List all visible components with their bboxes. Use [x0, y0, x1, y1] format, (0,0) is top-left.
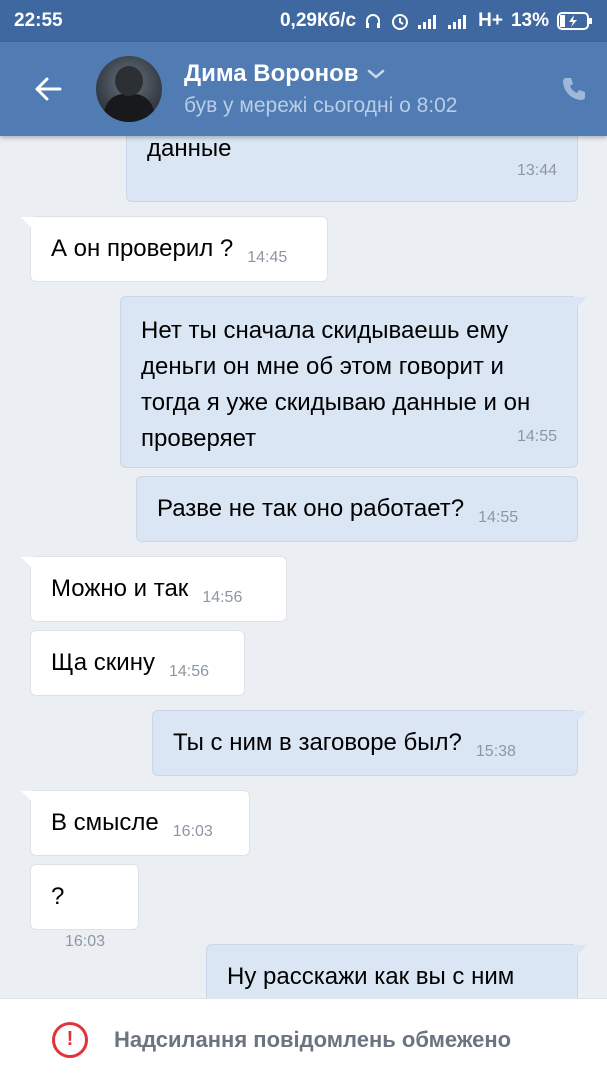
- message-text: Ну расскажи как вы с ним: [227, 963, 515, 990]
- signal-icon: [418, 13, 440, 29]
- status-indicators: 0,29Кб/с H+ 13%: [280, 10, 593, 32]
- message-text: он мне об этом скажет и я скину данные: [147, 136, 232, 162]
- status-bar: 22:55 0,29Кб/с H+ 13%: [0, 0, 607, 42]
- message-time: 15:38: [475, 743, 516, 760]
- message-text: Можно и так: [51, 575, 189, 602]
- message-bubble-incoming[interactable]: А он проверил ? 14:45: [21, 216, 328, 282]
- message-time: 14:55: [516, 428, 557, 445]
- contact-info[interactable]: Дима Воронов був у мережі сьогодні о 8:0…: [184, 60, 457, 118]
- message-time: 14:56: [202, 589, 243, 606]
- message-text: В смысле: [51, 809, 159, 836]
- warning-icon: !: [52, 1021, 88, 1058]
- message-list[interactable]: он мне об этом скажет и я скину данные 1…: [0, 136, 607, 998]
- message-bubble-incoming[interactable]: Можно и так 14:56: [21, 556, 287, 622]
- message-bubble-outgoing[interactable]: Ну расскажи как вы с ним: [206, 944, 587, 998]
- message-text: ?: [51, 883, 65, 910]
- avatar[interactable]: [96, 56, 162, 122]
- battery-charging-icon: [557, 11, 593, 31]
- alarm-clock-icon: [390, 11, 410, 31]
- message-time: 16:03: [172, 823, 213, 840]
- message-text: Разве не так оно работает?: [157, 495, 465, 522]
- network-type: H+: [478, 10, 503, 31]
- status-time: 22:55: [14, 10, 63, 31]
- call-button[interactable]: [541, 42, 607, 136]
- contact-last-seen: був у мережі сьогодні о 8:02: [184, 94, 458, 117]
- message-time: 13:44: [516, 162, 557, 179]
- contact-name: Дима Воронов: [184, 60, 359, 87]
- message-bubble-incoming[interactable]: ? 16:03: [30, 864, 139, 950]
- messaging-restricted-bar: ! Надсилання повідомлень обмежено: [0, 998, 607, 1080]
- arrow-left-icon: [35, 77, 62, 101]
- signal-icon-2: [448, 13, 470, 29]
- back-button[interactable]: [0, 42, 96, 136]
- message-bubble-outgoing[interactable]: Нет ты сначала скидываешь ему деньги он …: [120, 296, 587, 468]
- message-text: Ты с ним в заговоре был?: [173, 729, 462, 756]
- phone-icon: [563, 78, 585, 100]
- message-time: 14:56: [168, 663, 209, 680]
- message-bubble-outgoing[interactable]: Ты с ним в заговоре был? 15:38: [152, 710, 587, 776]
- chat-header: Дима Воронов був у мережі сьогодні о 8:0…: [0, 42, 607, 136]
- message-time: 16:03: [65, 933, 106, 950]
- headphones-icon: [364, 12, 382, 30]
- message-text: А он проверил ?: [51, 235, 234, 262]
- message-time: 14:55: [478, 509, 519, 526]
- battery-percent: 13%: [510, 10, 549, 31]
- restricted-notice: Надсилання повідомлень обмежено: [114, 1026, 512, 1052]
- network-speed: 0,29Кб/с: [279, 10, 357, 31]
- message-text: Нет ты сначала скидываешь ему деньги он …: [141, 317, 531, 452]
- chevron-down-icon: [367, 69, 384, 79]
- message-bubble-incoming[interactable]: Ща скину 14:56: [30, 630, 245, 696]
- message-text: Ща скину: [51, 649, 155, 676]
- message-bubble-incoming[interactable]: В смысле 16:03: [21, 790, 250, 856]
- message-bubble-outgoing[interactable]: Разве не так оно работает? 14:55: [136, 476, 578, 542]
- message-time: 14:45: [247, 249, 288, 266]
- message-bubble-outgoing[interactable]: он мне об этом скажет и я скину данные 1…: [126, 136, 578, 202]
